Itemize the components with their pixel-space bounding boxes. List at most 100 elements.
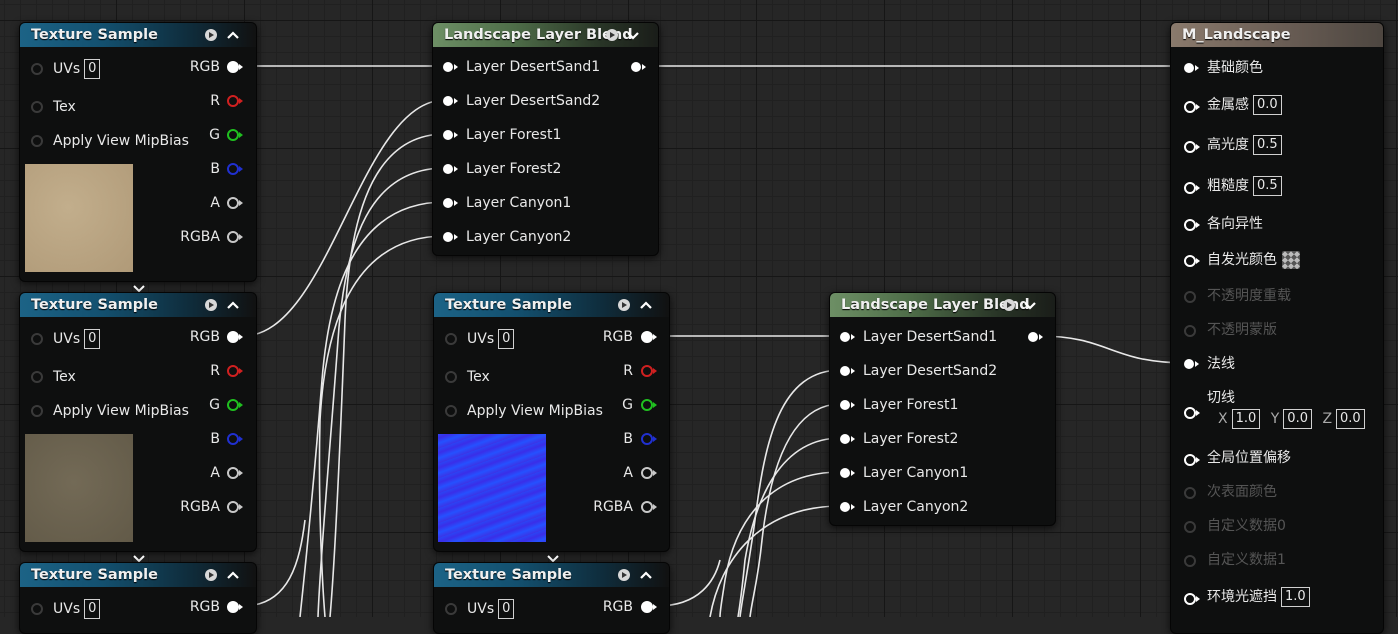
layer-pin-icon[interactable] [443,130,458,140]
g-output-pin-icon[interactable] [227,399,243,411]
node-header[interactable]: Texture Sample [434,293,669,317]
rgb-output-pin-icon[interactable] [227,331,243,343]
blend-output-pin-icon[interactable] [631,62,646,72]
layer-pin-icon[interactable] [443,62,458,72]
roughness-value-field[interactable]: 0.5 [1253,176,1282,196]
tangent-pin-icon[interactable] [1184,407,1200,419]
layer-pin-icon[interactable] [443,232,458,242]
mipbias-pin-row[interactable]: Apply View MipBias [31,401,189,421]
uvs-pin-row[interactable]: UVs 0 [31,329,101,349]
expand-chevron-icon[interactable] [133,552,145,563]
collapse-chevron-icon[interactable] [626,23,640,47]
layer-pin-icon[interactable] [840,400,855,410]
tangent-z-field[interactable]: 0.0 [1336,409,1365,429]
uvs-pin-row[interactable]: UVs 0 [31,59,101,79]
anisotropy-pin-icon[interactable] [1184,219,1200,231]
ao-pin-icon[interactable] [1184,593,1200,605]
rgb-output-pin-icon[interactable] [641,601,657,613]
normal-pin-icon[interactable] [1184,359,1199,369]
rgb-output-pin-icon[interactable] [641,331,657,343]
collapse-chevron-icon[interactable] [639,293,653,317]
uvs-pin-icon[interactable] [445,333,457,345]
preview-toggle-icon[interactable] [205,29,217,41]
uvs-value-field[interactable]: 0 [84,599,101,619]
node-header[interactable]: Texture Sample [20,293,256,317]
layer-pin-icon[interactable] [840,332,855,342]
subsurface-pin-icon[interactable] [1184,487,1196,499]
b-output-pin-icon[interactable] [641,433,657,445]
mipbias-pin-icon[interactable] [31,135,43,147]
custom1-pin-icon[interactable] [1184,555,1196,567]
collapse-chevron-icon[interactable] [226,293,240,317]
emissive-color-swatch[interactable] [1282,251,1300,269]
metallic-value-field[interactable]: 0.0 [1253,95,1282,115]
g-output-pin-icon[interactable] [227,129,243,141]
preview-toggle-icon[interactable] [205,299,217,311]
b-output-pin-icon[interactable] [227,433,243,445]
r-output-pin-icon[interactable] [227,365,243,377]
preview-toggle-icon[interactable] [618,299,630,311]
a-output-pin-icon[interactable] [641,467,657,479]
texture-sample-node-1[interactable]: Texture Sample UVs 0 Tex Apply View MipBi… [19,22,257,293]
roughness-pin-icon[interactable] [1184,182,1200,194]
uvs-pin-icon[interactable] [31,63,43,75]
layer-pin-icon[interactable] [840,366,855,376]
tex-pin-row[interactable]: Tex [31,97,76,117]
uvs-value-field[interactable]: 0 [84,59,101,79]
collapse-chevron-icon[interactable] [226,23,240,47]
rgb-output-pin-icon[interactable] [227,61,243,73]
r-output-pin-icon[interactable] [641,365,657,377]
emissive-pin-icon[interactable] [1184,255,1200,267]
uvs-pin-icon[interactable] [445,603,457,615]
tex-pin-icon[interactable] [445,371,457,383]
wpo-pin-icon[interactable] [1184,454,1200,466]
node-header[interactable]: Texture Sample [20,23,256,47]
rgb-output-pin-icon[interactable] [227,601,243,613]
tex-pin-row[interactable]: Tex [445,367,490,387]
layer-pin-icon[interactable] [443,96,458,106]
ao-value-field[interactable]: 1.0 [1281,587,1310,607]
tex-pin-icon[interactable] [31,371,43,383]
rgba-output-pin-icon[interactable] [227,231,243,243]
rgba-output-pin-icon[interactable] [641,501,657,513]
collapse-chevron-icon[interactable] [1023,293,1037,317]
preview-toggle-icon[interactable] [205,569,217,581]
texture-sample-node-2[interactable]: Texture Sample UVs 0 Tex Apply View MipBi… [19,292,257,563]
mipbias-pin-row[interactable]: Apply View MipBias [31,131,189,151]
node-header[interactable]: Texture Sample [434,563,669,587]
texture-sample-node-4[interactable]: Texture Sample UVs 0 RGB [433,562,670,634]
uvs-value-field[interactable]: 0 [84,329,101,349]
layer-pin-icon[interactable] [840,502,855,512]
a-output-pin-icon[interactable] [227,467,243,479]
mipbias-pin-icon[interactable] [31,405,43,417]
expand-chevron-icon[interactable] [547,552,559,563]
node-header[interactable]: Texture Sample [20,563,256,587]
base-color-pin-icon[interactable] [1184,63,1199,73]
uvs-value-field[interactable]: 0 [498,329,515,349]
node-header[interactable]: Landscape Layer Blend [830,293,1055,317]
uvs-pin-icon[interactable] [31,333,43,345]
b-output-pin-icon[interactable] [227,163,243,175]
texture-sample-node-3[interactable]: Texture Sample UVs 0 RGB [19,562,257,634]
landscape-layer-blend-node-2[interactable]: Landscape Layer Blend Layer DesertSand1 … [829,292,1056,526]
rgba-output-pin-icon[interactable] [227,501,243,513]
a-output-pin-icon[interactable] [227,197,243,209]
tangent-x-field[interactable]: 1.0 [1231,409,1261,429]
uvs-pin-row[interactable]: UVs 0 [445,599,515,619]
r-output-pin-icon[interactable] [227,95,243,107]
metallic-pin-icon[interactable] [1184,101,1200,113]
preview-toggle-icon[interactable] [606,29,618,41]
g-output-pin-icon[interactable] [641,399,657,411]
opacity-mask-pin-icon[interactable] [1184,325,1196,337]
layer-pin-icon[interactable] [443,198,458,208]
tex-pin-row[interactable]: Tex [31,367,76,387]
landscape-layer-blend-node-1[interactable]: Landscape Layer Blend Layer DesertSand1 … [432,22,659,256]
expand-chevron-icon[interactable] [133,282,145,293]
node-header[interactable]: Landscape Layer Blend [433,23,658,47]
uvs-value-field[interactable]: 0 [498,599,515,619]
uvs-pin-row[interactable]: UVs 0 [445,329,515,349]
node-header[interactable]: M_Landscape [1171,23,1383,47]
layer-pin-icon[interactable] [840,468,855,478]
mipbias-pin-icon[interactable] [445,405,457,417]
custom0-pin-icon[interactable] [1184,521,1196,533]
